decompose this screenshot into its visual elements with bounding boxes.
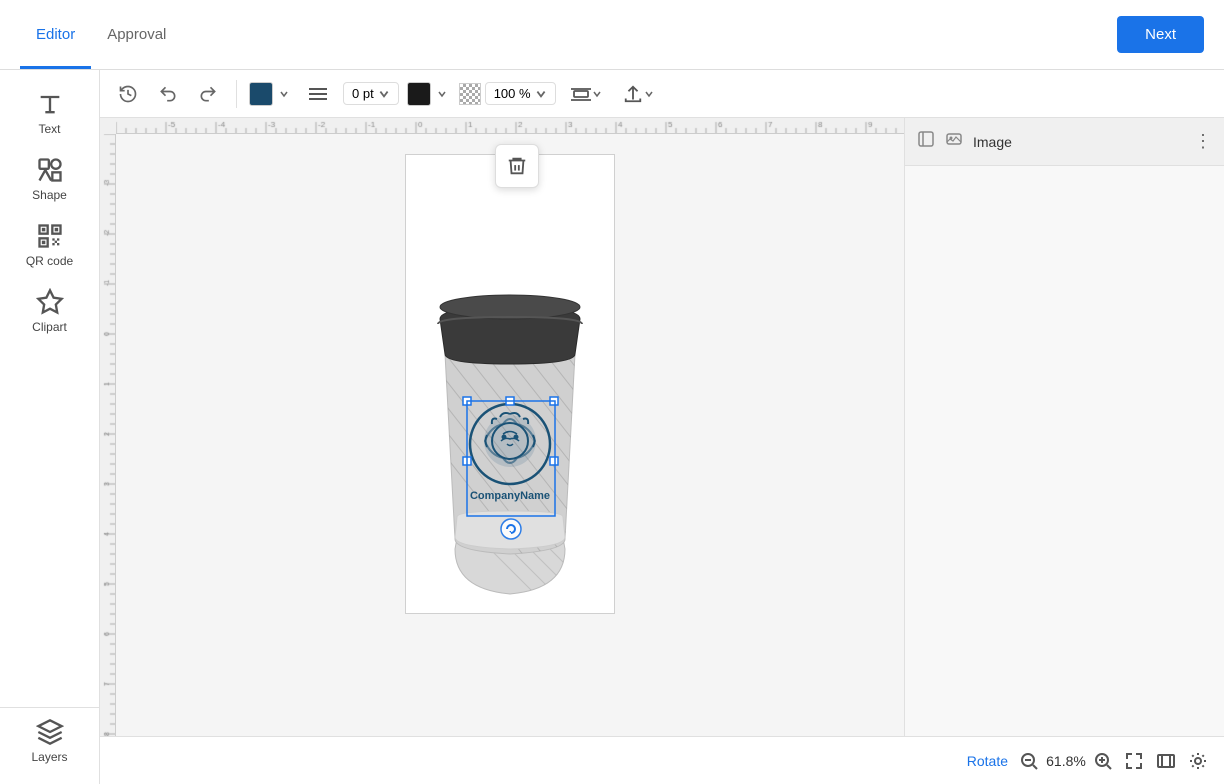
zoom-out-button[interactable]	[1020, 752, 1038, 770]
upload-icon	[622, 84, 644, 104]
stroke-width-dropdown[interactable]: 0 pt	[343, 82, 399, 105]
redo-icon	[198, 84, 218, 104]
ruler-corner	[100, 118, 116, 134]
stroke-color-dropdown[interactable]	[275, 87, 293, 101]
align-icon	[570, 84, 592, 104]
align-button[interactable]	[564, 80, 608, 108]
tab-editor[interactable]: Editor	[20, 0, 91, 69]
zoom-controls: 61.8%	[1020, 752, 1112, 770]
panel-layer-icon	[945, 130, 963, 153]
fill-chevron-icon	[437, 89, 447, 99]
stroke-style-button[interactable]	[301, 81, 335, 107]
canvas-area: CompanyName	[100, 118, 904, 736]
qrcode-icon	[36, 222, 64, 250]
sidebar-item-clipart[interactable]: Clipart	[0, 278, 99, 344]
status-bar: Rotate 61.8%	[100, 736, 1224, 784]
fill-color-dropdown[interactable]	[433, 87, 451, 101]
sidebar-item-layers[interactable]: Layers	[0, 707, 99, 774]
delete-popup[interactable]	[495, 144, 539, 188]
header-tabs: Editor Approval	[20, 0, 182, 69]
panel-header-left: Image	[917, 130, 1012, 153]
opacity-chevron	[535, 88, 547, 100]
tab-approval[interactable]: Approval	[91, 0, 182, 69]
canvas-panel-row: CompanyName	[100, 118, 1224, 736]
zoom-out-icon	[1020, 752, 1038, 770]
clipart-icon	[36, 288, 64, 316]
layers-icon	[36, 718, 64, 746]
ruler-vertical	[100, 134, 116, 736]
editor-container: Text Shape QR code	[0, 70, 1224, 784]
expand-icon	[917, 130, 935, 148]
stroke-width-chevron	[378, 88, 390, 100]
gear-icon	[1188, 751, 1208, 771]
rotate-button[interactable]: Rotate	[967, 753, 1008, 769]
panel-header: Image ⋮	[905, 118, 1224, 166]
panel-content	[905, 166, 1224, 736]
stroke-color-picker[interactable]	[249, 82, 293, 106]
settings-button[interactable]	[1188, 751, 1208, 771]
zoom-in-icon	[1094, 752, 1112, 770]
image-layer-icon	[945, 130, 963, 148]
upload-button[interactable]	[616, 80, 660, 108]
fill-color-swatch[interactable]	[407, 82, 431, 106]
next-button[interactable]: Next	[1117, 16, 1204, 53]
undo-icon	[158, 84, 178, 104]
zoom-in-button[interactable]	[1094, 752, 1112, 770]
upload-chevron	[644, 89, 654, 99]
stroke-color-swatch[interactable]	[249, 82, 273, 106]
sidebar-item-qrcode[interactable]: QR code	[0, 212, 99, 278]
divider-1	[236, 80, 237, 108]
main-area: 0 pt 100 %	[100, 70, 1224, 784]
history-button[interactable]	[112, 80, 144, 108]
sidebar-item-shape[interactable]: Shape	[0, 146, 99, 212]
undo-button[interactable]	[152, 80, 184, 108]
fit-screen-button[interactable]	[1156, 751, 1176, 771]
ruler-horizontal	[116, 118, 904, 134]
panel-expand-icon[interactable]	[917, 130, 935, 153]
sidebar-item-text[interactable]: Text	[0, 80, 99, 146]
zoom-level: 61.8%	[1046, 753, 1086, 769]
toolbar: 0 pt 100 %	[100, 70, 1224, 118]
fit-icon	[1156, 751, 1176, 771]
shape-icon	[36, 156, 64, 184]
panel-more-button[interactable]: ⋮	[1194, 131, 1212, 152]
svg-text:CompanyName: CompanyName	[470, 490, 550, 502]
fullscreen-button[interactable]	[1124, 751, 1144, 771]
header: Editor Approval Next	[0, 0, 1224, 70]
redo-button[interactable]	[192, 80, 224, 108]
opacity-checkerboard	[459, 83, 481, 105]
cup-svg: CompanyName	[410, 159, 610, 609]
left-sidebar: Text Shape QR code	[0, 70, 100, 784]
fill-color-picker[interactable]	[407, 82, 451, 106]
canvas-content[interactable]: CompanyName	[116, 134, 904, 736]
text-icon	[36, 90, 64, 118]
opacity-control[interactable]: 100 %	[459, 82, 556, 105]
history-icon	[118, 84, 138, 104]
lines-icon	[307, 85, 329, 103]
align-chevron	[592, 89, 602, 99]
right-panel: Image ⋮	[904, 118, 1224, 736]
chevron-down-icon	[279, 89, 289, 99]
cup-wrapper: CompanyName	[405, 154, 615, 614]
trash-icon	[506, 155, 528, 177]
opacity-dropdown[interactable]: 100 %	[485, 82, 556, 105]
panel-title: Image	[973, 134, 1012, 150]
product-canvas[interactable]: CompanyName	[405, 154, 615, 619]
fullscreen-icon	[1124, 751, 1144, 771]
